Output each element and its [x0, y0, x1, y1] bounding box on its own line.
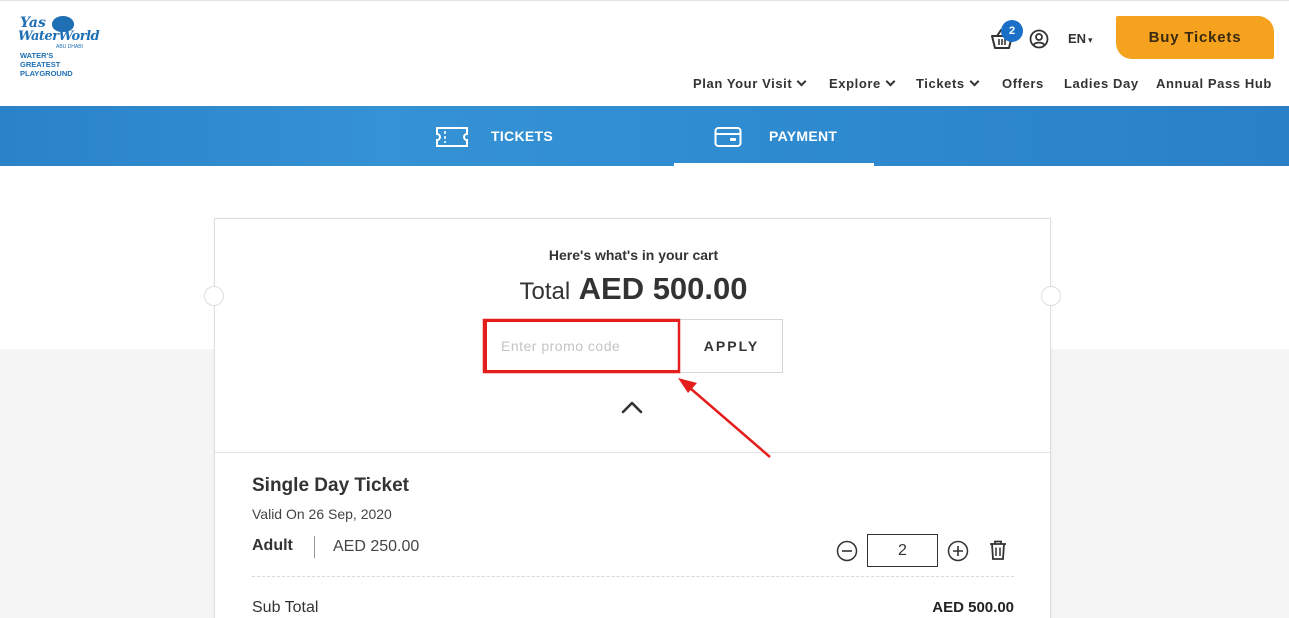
language-selector[interactable]: EN [1068, 31, 1086, 46]
checkout-steps-bar: TICKETS PAYMENT [0, 106, 1289, 166]
card-payment-icon [714, 127, 742, 147]
nav-offers[interactable]: Offers [1002, 76, 1044, 94]
chevron-up-icon[interactable] [620, 399, 644, 415]
nav-annual-pass-hub[interactable]: Annual Pass Hub [1156, 76, 1272, 94]
chevron-down-icon [796, 76, 807, 87]
total-amount: AED 500.00 [578, 271, 748, 306]
logo-text-city: ABU DHABI [56, 44, 83, 50]
apply-promo-button[interactable]: APPLY [681, 320, 782, 372]
nav-ladies-day[interactable]: Ladies Day [1064, 76, 1139, 94]
quantity-field[interactable]: 2 [867, 534, 938, 567]
decrease-quantity-icon[interactable] [836, 540, 858, 562]
chevron-down-icon [885, 76, 896, 87]
logo-tagline: WATER'S GREATEST PLAYGROUND [20, 51, 94, 78]
promo-code-input[interactable] [485, 320, 680, 372]
nav-label: Tickets [916, 76, 965, 91]
chevron-down-icon [969, 76, 980, 87]
section-divider [215, 452, 1050, 453]
ticket-unit-price: AED 250.00 [333, 538, 420, 555]
site-header: Yas WaterWorld ABU DHABI WATER'S GREATES… [0, 1, 1289, 106]
page: Yas WaterWorld ABU DHABI WATER'S GREATES… [0, 0, 1289, 618]
nav-label: Ladies Day [1064, 76, 1139, 91]
nav-explore[interactable]: Explore [829, 76, 896, 94]
logo-tagline-line1: WATER'S GREATEST [20, 51, 61, 69]
logo-text-waterworld: WaterWorld [18, 29, 100, 44]
ticket-name: Single Day Ticket [252, 475, 409, 496]
total-label: Total [519, 278, 571, 305]
nav-tickets[interactable]: Tickets [916, 76, 980, 94]
cart-heading: Here's what's in your cart [548, 247, 719, 263]
subtotal-label: Sub Total [252, 599, 319, 616]
yas-waterworld-logo[interactable]: Yas WaterWorld ABU DHABI WATER'S GREATES… [18, 15, 100, 78]
user-account-icon[interactable] [1029, 29, 1049, 49]
ticket-type: Adult [252, 537, 293, 554]
buy-tickets-button[interactable]: Buy Tickets [1116, 16, 1274, 59]
cart-summary-card: Here's what's in your cart Total AED 500… [204, 218, 1061, 618]
active-tab-indicator [674, 163, 874, 166]
language-chevron-down-icon[interactable]: ▾ [1088, 35, 1093, 46]
subtotal-value: AED 500.00 [932, 599, 1014, 616]
ticket-icon [436, 127, 468, 147]
trash-icon[interactable] [988, 539, 1008, 561]
cart-total: Total AED 500.00 [215, 271, 1052, 307]
promo-code-form: APPLY [484, 319, 783, 373]
ticket-valid-date: Valid On 26 Sep, 2020 [252, 506, 392, 522]
ticket-type-separator [314, 536, 315, 558]
nav-label: Offers [1002, 76, 1044, 91]
nav-plan-your-visit[interactable]: Plan Your Visit [693, 76, 807, 94]
nav-label: Explore [829, 76, 881, 91]
tab-tickets[interactable]: TICKETS [491, 128, 553, 144]
tab-payment[interactable]: PAYMENT [769, 128, 837, 144]
nav-label: Annual Pass Hub [1156, 76, 1272, 91]
increase-quantity-icon[interactable] [947, 540, 969, 562]
nav-label: Plan Your Visit [693, 76, 793, 91]
cart-count-badge: 2 [1001, 20, 1023, 42]
logo-tagline-line2: PLAYGROUND [20, 69, 73, 78]
line-divider [252, 576, 1014, 577]
